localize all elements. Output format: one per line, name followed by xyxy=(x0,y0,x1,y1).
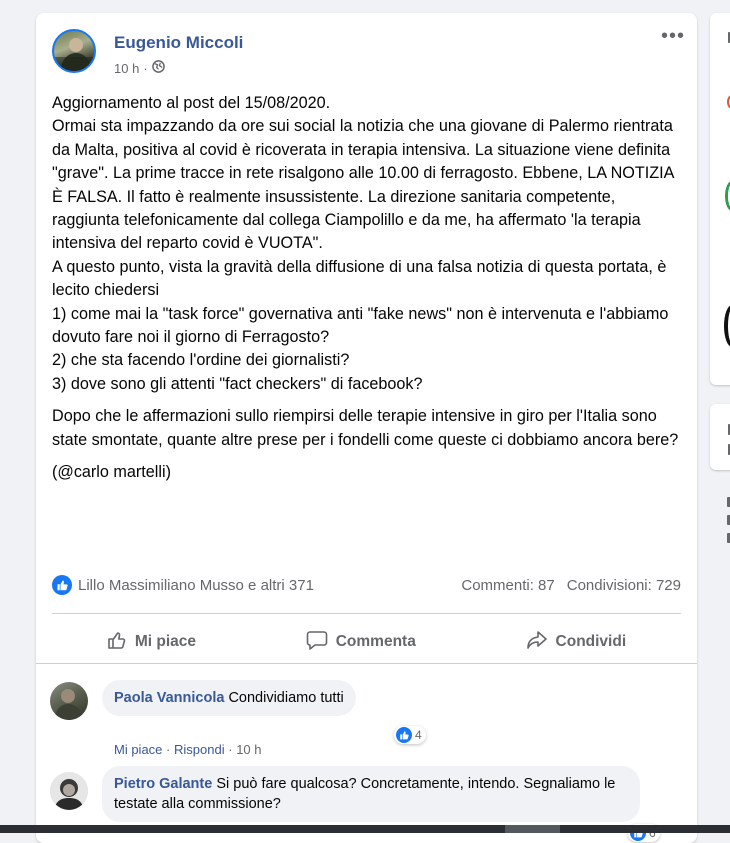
sidebar-card-partial-2 xyxy=(710,404,730,470)
post-paragraph-1: Aggiornamento al post del 15/08/2020. Or… xyxy=(52,94,674,393)
divider xyxy=(52,613,681,614)
like-button-label: Mi piace xyxy=(134,633,197,650)
comment-reactions-count: 4 xyxy=(415,728,422,742)
like-button[interactable]: Mi piace xyxy=(107,630,196,655)
os-taskbar xyxy=(0,825,730,833)
comment-button-label: Commenta xyxy=(335,633,416,650)
sidebar-card-partial xyxy=(710,13,730,385)
reactions-summary-row: Lillo Massimiliano Musso e altri 371 Com… xyxy=(52,571,681,599)
more-horizontal-icon[interactable]: ••• xyxy=(661,26,685,46)
post-time-link[interactable]: 10 h xyxy=(114,61,139,76)
post-actions-row: Mi piace Commenta Condividi xyxy=(52,624,681,660)
author-name-link[interactable]: Eugenio Miccoli xyxy=(114,33,243,53)
comment-reply-link[interactable]: Rispondi xyxy=(174,742,225,757)
like-reaction-icon xyxy=(52,575,72,595)
comment-like-link[interactable]: Mi piace xyxy=(114,742,162,757)
comment-reactions[interactable]: 4 xyxy=(394,726,426,744)
share-button[interactable]: Condividi xyxy=(526,630,627,655)
comment-button[interactable]: Commenta xyxy=(306,630,416,655)
post-meta: 10 h · xyxy=(114,60,165,76)
comment-actions: Mi piace · Rispondi · 10 h xyxy=(114,742,262,757)
post-paragraph-3: (@carlo martelli) xyxy=(52,463,171,482)
post-card: Eugenio Miccoli 10 h · ••• Aggiornamento… xyxy=(36,13,697,843)
meta-separator: · xyxy=(143,60,148,76)
post-paragraph-2: Dopo che le affermazioni sullo riempirsi… xyxy=(52,407,679,449)
comments-section: Paola Vannicola Condividiamo tutti 4 Mi … xyxy=(36,663,697,843)
commenter-name-link[interactable]: Paola Vannicola xyxy=(114,690,224,706)
comment-bubble: Paola Vannicola Condividiamo tutti xyxy=(102,680,356,716)
commenter-avatar[interactable] xyxy=(50,772,88,810)
globe-icon xyxy=(151,60,165,76)
comments-count-link[interactable]: Commenti: 87 xyxy=(461,577,554,594)
taskbar-active-item[interactable] xyxy=(505,825,560,833)
comment-time-link[interactable]: 10 h xyxy=(236,742,261,757)
commenter-avatar[interactable] xyxy=(50,682,88,720)
share-icon xyxy=(526,630,548,655)
share-button-label: Condividi xyxy=(555,633,627,650)
shares-count-link[interactable]: Condivisioni: 729 xyxy=(567,577,681,594)
comment-text: Condividiamo tutti xyxy=(228,690,344,706)
like-reaction-icon xyxy=(396,727,412,743)
thumbs-up-icon xyxy=(107,630,127,655)
commenter-name-link[interactable]: Pietro Galante xyxy=(114,776,212,792)
comment-icon xyxy=(306,630,328,655)
post-text: Aggiornamento al post del 15/08/2020. Or… xyxy=(52,92,687,485)
reactions-names-link[interactable]: Lillo Massimiliano Musso e altri 371 xyxy=(78,577,314,594)
comment-bubble: Pietro Galante Si può fare qualcosa? Con… xyxy=(102,766,640,822)
author-avatar[interactable] xyxy=(52,29,96,73)
